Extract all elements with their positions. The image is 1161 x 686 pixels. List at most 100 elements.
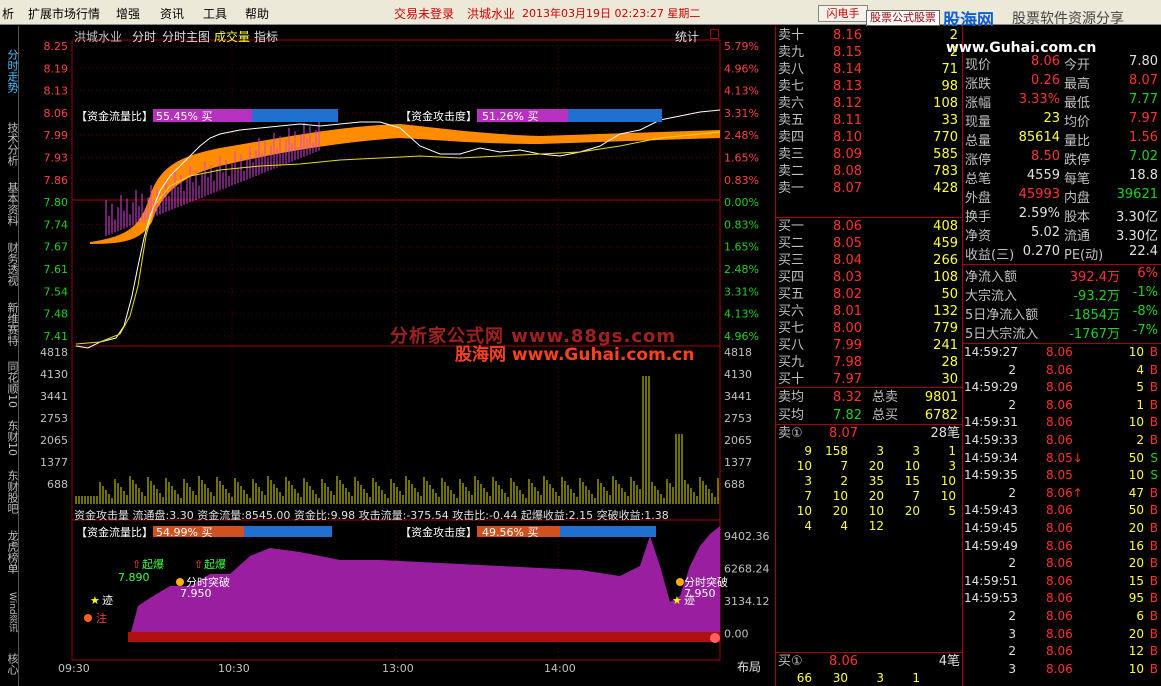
ask-volume: 71 xyxy=(941,62,958,77)
menu-news[interactable]: 资讯 xyxy=(160,5,184,22)
tab-volume[interactable]: 成交量 xyxy=(214,28,250,45)
quote-label: 涨跌 xyxy=(965,77,992,92)
ask-row: 卖四 8.10 770 xyxy=(778,129,962,146)
bid-price: 7.98 xyxy=(833,355,862,370)
menu-extended-market[interactable]: 扩展市场行情 xyxy=(28,5,100,22)
ask-price: 8.09 xyxy=(833,147,862,162)
tab-finance[interactable]: 财务透视 xyxy=(0,238,19,290)
tab-fenshi[interactable]: 分时 xyxy=(132,28,156,45)
tab-fundamentals[interactable]: 基本资料 xyxy=(0,178,19,230)
tick-volume: 10 xyxy=(1128,661,1144,676)
tick-volume: 50 xyxy=(1128,450,1144,465)
tick-price: 8.05 xyxy=(1046,468,1073,483)
indicator-tick: 0.00 xyxy=(724,628,749,641)
tab-dc-forum[interactable]: 东财股吧 xyxy=(0,466,19,518)
time-tick: 10:30 xyxy=(218,662,250,675)
tab-wind[interactable]: Wind资讯 xyxy=(0,586,18,638)
tick-side: S xyxy=(1150,450,1158,465)
signal-star-icon: ★ xyxy=(90,594,100,607)
bid-label: 买八 xyxy=(778,338,805,353)
tick-time: 2 xyxy=(1008,556,1016,571)
tick-side: S xyxy=(1150,468,1158,483)
avg-bid-row: 买均 7.82 总买 6782 xyxy=(778,406,962,425)
tab-dragon-tiger[interactable]: 龙虎榜单 xyxy=(0,526,19,578)
tick-time: 2 xyxy=(1008,362,1016,377)
flash-trade-button[interactable]: 闪电手 xyxy=(818,5,868,22)
tick-time: 2 xyxy=(1008,485,1016,500)
tab-indicator[interactable]: 指标 xyxy=(254,28,278,45)
bid-price: 7.97 xyxy=(833,372,862,387)
ask-volume: 770 xyxy=(933,130,958,145)
ask-price: 8.16 xyxy=(833,28,862,43)
ask-price: 8.07 xyxy=(833,181,862,196)
tick-time: 14:59:33 xyxy=(964,433,1018,447)
bid-row: 买五 8.02 50 xyxy=(778,286,962,303)
ask-row: 卖一 8.07 428 xyxy=(778,180,962,197)
tick-volume: 10 xyxy=(1128,345,1144,359)
quote-value: 22.4 xyxy=(1129,244,1158,259)
tab-dc10[interactable]: 东财10 xyxy=(0,418,19,458)
tab-intraday[interactable]: 分时走势 xyxy=(0,32,19,110)
ask-queue-cell: 10 xyxy=(796,504,812,518)
title-stock: 洪城水业 xyxy=(467,7,516,21)
price-tick-right: 1.65% xyxy=(724,152,759,165)
login-status[interactable]: 交易未登录 xyxy=(394,5,454,22)
tick-side: B xyxy=(1149,573,1158,588)
ask-price: 8.12 xyxy=(833,96,862,111)
tab-core[interactable]: 核心 xyxy=(0,644,19,684)
bid-queue-cell: 30 xyxy=(832,671,848,685)
ask-queue-cell: 3 xyxy=(948,459,956,473)
title-datetime: 2013年03月19日 02:23:27 星期二 xyxy=(522,7,701,20)
menu-enhance[interactable]: 增强 xyxy=(116,5,140,22)
menu-help[interactable]: 帮助 xyxy=(245,5,269,22)
quote-value: 7.80 xyxy=(1129,54,1158,69)
volume-axis-labels: 4818 4818 4130 4130 3441 3441 2753 2753 2065 2065… xyxy=(40,346,752,491)
signal-qibao-value: 7.890 xyxy=(118,571,150,584)
quote-label: 每笔 xyxy=(1064,172,1091,187)
tick-volume: 95 xyxy=(1128,591,1144,606)
bid-row: 买七 8.00 779 xyxy=(778,320,962,337)
price-tick-left: 7.67 xyxy=(44,241,69,254)
ask-queue-cell: 10 xyxy=(904,459,920,473)
signal-qibao-arrow: ⇧ xyxy=(132,558,141,571)
tab-technical[interactable]: 技术分析 xyxy=(0,118,19,170)
price-tick-right: 2.48% xyxy=(724,263,759,276)
tick-side: B xyxy=(1149,415,1158,430)
flow-label: 净流入额 xyxy=(965,270,1018,285)
tab-ths10[interactable]: 同花顺10 xyxy=(0,358,19,410)
bid-price: 7.99 xyxy=(833,338,862,353)
ask-queue-cell: 20 xyxy=(868,459,884,473)
menu-analysis[interactable]: 析 xyxy=(2,5,14,22)
ask-row: 卖八 8.14 71 xyxy=(778,61,962,78)
total-bid-label: 总买 xyxy=(872,408,899,423)
stats-button[interactable]: 统计 xyxy=(675,28,699,45)
ask-queue-cell: 3 xyxy=(912,444,920,458)
tab-xinwei[interactable]: 新维赛特 xyxy=(0,298,19,350)
ask-row: 卖六 8.12 108 xyxy=(778,95,962,112)
tick-time: 14:59:53 xyxy=(964,591,1018,606)
ask-queue-cell: 35 xyxy=(868,474,884,488)
bid-price: 8.02 xyxy=(833,287,862,302)
tick-volume: 10 xyxy=(1128,415,1144,430)
tab-fenshi-main[interactable]: 分时主图 xyxy=(162,28,210,45)
menu-tools[interactable]: 工具 xyxy=(203,5,227,22)
bid-label: 买六 xyxy=(778,304,805,319)
signal-star2-icon: ★ xyxy=(672,594,682,607)
tick-volume: 47 xyxy=(1128,485,1144,500)
ask-queue-cell: 20 xyxy=(832,504,848,518)
ask-queue-cell: 2 xyxy=(840,474,848,488)
chart-close-icon[interactable] xyxy=(710,29,719,39)
ask-volume: 98 xyxy=(941,79,958,94)
quote-label: 最低 xyxy=(1064,96,1091,111)
price-tick-right: 4.13% xyxy=(724,85,759,98)
tick-side: B xyxy=(1149,433,1158,447)
layout-button[interactable]: 布局 xyxy=(726,658,772,676)
price-tick-right: 5.79% xyxy=(724,40,759,53)
tick-side: B xyxy=(1149,626,1158,641)
flow-label: 5日大宗流入 xyxy=(965,327,1039,342)
bid-price: 8.04 xyxy=(833,253,862,268)
ask-queue-cell: 3 xyxy=(876,444,884,458)
tick-time: 14:59:35 xyxy=(964,468,1018,483)
price-tick-left: 8.13 xyxy=(44,85,69,98)
tick-time: 3 xyxy=(1008,661,1016,676)
